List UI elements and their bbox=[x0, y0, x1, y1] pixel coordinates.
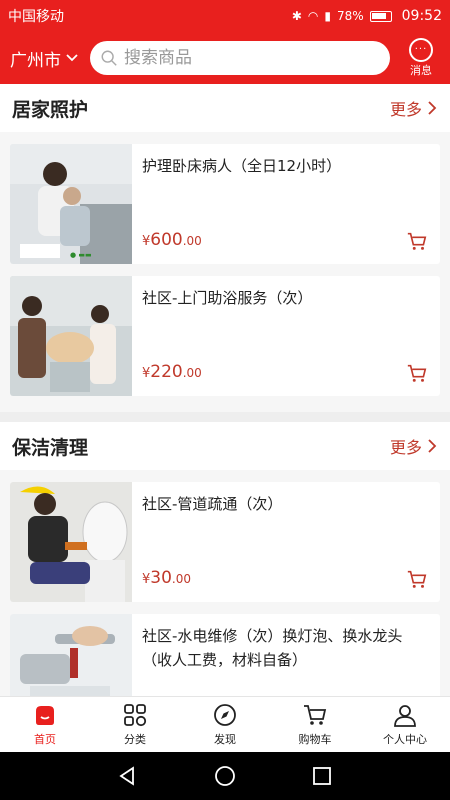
price-decimal: .00 bbox=[182, 366, 202, 380]
product-name: 社区-水电维修（次）换灯泡、换水龙头（收人工费，材料自备） bbox=[142, 627, 403, 669]
product-price: ¥600.00 bbox=[142, 230, 202, 250]
tab-discover[interactable]: 发现 bbox=[180, 697, 270, 752]
more-label: 更多 bbox=[389, 438, 422, 457]
section-cleaning: 保洁清理 更多 社区-管道疏通（次） ¥30.00 社区-水电维修（次）换灯泡、… bbox=[0, 422, 450, 696]
price-integer: 30 bbox=[150, 568, 172, 588]
status-icons: ✱ ◠ ▮ 78% 09:52 bbox=[292, 8, 442, 24]
clock: 09:52 bbox=[401, 8, 442, 24]
section-header: 保洁清理 更多 bbox=[0, 422, 450, 470]
product-card[interactable]: 社区-上门助浴服务（次） ¥220.00 bbox=[10, 276, 440, 396]
city-selector[interactable]: 广州市 bbox=[10, 46, 90, 71]
price-integer: 220 bbox=[150, 362, 183, 382]
chevron-right-icon bbox=[428, 101, 437, 115]
product-name: 社区-上门助浴服务（次） bbox=[142, 289, 313, 307]
product-price: ¥220.00 bbox=[142, 362, 202, 382]
home-icon bbox=[36, 706, 54, 725]
tab-label: 分类 bbox=[124, 733, 146, 746]
home-circle-icon[interactable] bbox=[214, 765, 236, 787]
section-divider bbox=[0, 412, 450, 422]
system-nav-bar bbox=[0, 752, 450, 800]
product-list: ● ▬▬ 护理卧床病人（全日12小时） ¥600.00 社区-上门助浴服务（次）… bbox=[0, 132, 450, 412]
bluetooth-icon: ✱ bbox=[291, 9, 302, 23]
product-info: 社区-上门助浴服务（次） ¥220.00 bbox=[132, 276, 440, 396]
tab-category[interactable]: 分类 bbox=[90, 697, 180, 752]
add-to-cart-icon[interactable] bbox=[406, 568, 428, 590]
app-header: 广州市 ··· 消息 bbox=[0, 32, 450, 84]
main-content[interactable]: 居家照护 更多 ● ▬▬ 护理卧床病人（全日12小时） ¥600.00 社区-上… bbox=[0, 84, 450, 696]
product-info: 社区-管道疏通（次） ¥30.00 bbox=[132, 482, 440, 602]
battery-percent: 78% bbox=[336, 9, 364, 23]
compass-icon bbox=[214, 704, 236, 726]
tab-label: 发现 bbox=[214, 733, 236, 746]
price-decimal: .00 bbox=[182, 234, 202, 248]
chevron-right-icon bbox=[428, 439, 437, 453]
product-image: ● ▬▬ bbox=[10, 144, 132, 264]
section-title: 保洁清理 bbox=[12, 436, 89, 459]
product-card[interactable]: 社区-管道疏通（次） ¥30.00 bbox=[10, 482, 440, 602]
product-info: 社区-水电维修（次）换灯泡、换水龙头（收人工费，材料自备） bbox=[132, 614, 440, 696]
product-name: 社区-管道疏通（次） bbox=[142, 495, 283, 513]
product-image bbox=[10, 276, 132, 396]
product-list: 社区-管道疏通（次） ¥30.00 社区-水电维修（次）换灯泡、换水龙头（收人工… bbox=[0, 470, 450, 696]
search-input[interactable] bbox=[124, 48, 380, 68]
message-button[interactable]: ··· 消息 bbox=[402, 38, 440, 78]
product-price: ¥30.00 bbox=[142, 568, 191, 588]
chevron-down-icon bbox=[66, 54, 78, 62]
product-name: 护理卧床病人（全日12小时） bbox=[142, 157, 342, 175]
recents-icon[interactable] bbox=[311, 765, 333, 787]
bottom-tab-bar: 首页 分类 发现 购物车 个人中心 bbox=[0, 696, 450, 752]
tab-label: 首页 bbox=[34, 733, 56, 746]
battery-icon bbox=[369, 10, 392, 22]
cart-icon bbox=[304, 705, 327, 725]
search-icon bbox=[101, 50, 117, 66]
message-icon: ··· bbox=[409, 38, 433, 62]
signal-icon: ▮ bbox=[324, 9, 331, 23]
more-link[interactable]: 更多 bbox=[390, 96, 438, 120]
status-bar: 中国移动 ✱ ◠ ▮ 78% 09:52 bbox=[0, 0, 450, 32]
tab-profile[interactable]: 个人中心 bbox=[360, 697, 450, 752]
tab-home[interactable]: 首页 bbox=[0, 697, 90, 752]
more-link[interactable]: 更多 bbox=[390, 434, 438, 458]
price-integer: 600 bbox=[150, 230, 183, 250]
price-decimal: .00 bbox=[171, 572, 192, 586]
grid-icon bbox=[124, 704, 147, 727]
add-to-cart-icon[interactable] bbox=[406, 362, 428, 384]
tab-label: 个人中心 bbox=[383, 733, 427, 746]
wifi-icon: ◠ bbox=[307, 9, 319, 23]
message-label: 消息 bbox=[410, 64, 432, 77]
product-image bbox=[10, 482, 132, 602]
more-label: 更多 bbox=[389, 100, 422, 119]
search-bar[interactable] bbox=[90, 41, 390, 75]
product-info: 护理卧床病人（全日12小时） ¥600.00 bbox=[132, 144, 440, 264]
add-to-cart-icon[interactable] bbox=[406, 230, 428, 252]
product-card[interactable]: ● ▬▬ 护理卧床病人（全日12小时） ¥600.00 bbox=[10, 144, 440, 264]
product-image bbox=[10, 614, 132, 696]
section-title: 居家照护 bbox=[12, 98, 89, 121]
city-label: 广州市 bbox=[10, 50, 61, 71]
tab-label: 购物车 bbox=[298, 733, 332, 746]
user-icon bbox=[394, 705, 416, 727]
section-home-care: 居家照护 更多 ● ▬▬ 护理卧床病人（全日12小时） ¥600.00 社区-上… bbox=[0, 84, 450, 412]
product-card[interactable]: 社区-水电维修（次）换灯泡、换水龙头（收人工费，材料自备） bbox=[10, 614, 440, 696]
tab-cart[interactable]: 购物车 bbox=[270, 697, 360, 752]
svg-text:● ▬▬: ● ▬▬ bbox=[70, 251, 92, 259]
carrier-label: 中国移动 bbox=[8, 9, 64, 25]
section-header: 居家照护 更多 bbox=[0, 84, 450, 132]
back-icon[interactable] bbox=[117, 765, 139, 787]
